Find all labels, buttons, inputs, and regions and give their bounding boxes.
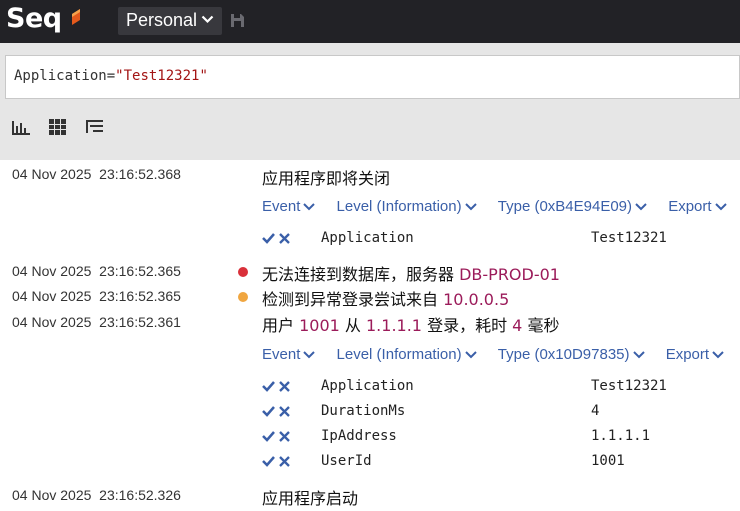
- property-row: IpAddress 1.1.1.1: [0, 428, 740, 450]
- property-row: Application Test12321: [0, 230, 740, 252]
- chevron-down-icon: [464, 351, 477, 359]
- event-actions: Event Level (Information) Type (0x10D978…: [262, 346, 740, 363]
- chevron-down-icon: [714, 203, 727, 211]
- logo-flag-icon: [72, 9, 80, 25]
- property-name: Application: [321, 378, 414, 394]
- property-row: DurationMs 4: [0, 403, 740, 425]
- property-value: 1001: [591, 453, 625, 469]
- event-message: 无法连接到数据库，服务器 DB-PROD-01: [262, 265, 560, 284]
- event-timestamp: 04 Nov 2025 23:16:52.361: [12, 314, 181, 330]
- event-row[interactable]: 04 Nov 2025 23:16:52.365 无法连接到数据库，服务器 DB…: [0, 260, 740, 285]
- tree-list-icon[interactable]: [85, 118, 105, 136]
- include-filter-icon[interactable]: [262, 455, 275, 467]
- property-name: Application: [321, 230, 414, 246]
- event-timestamp: 04 Nov 2025 23:16:52.368: [12, 166, 181, 182]
- event-menu[interactable]: Event: [262, 346, 316, 363]
- event-message: 应用程序启动: [262, 489, 359, 508]
- property-value: Test12321: [591, 378, 667, 394]
- property-name: UserId: [321, 453, 372, 469]
- property-value: Test12321: [591, 230, 667, 246]
- event-actions: Event Level (Information) Type (0xB4E94E…: [262, 198, 740, 215]
- include-filter-icon[interactable]: [262, 380, 275, 392]
- chevron-down-icon: [712, 351, 724, 359]
- property-value: 4: [591, 403, 600, 419]
- event-menu[interactable]: Event: [262, 198, 316, 215]
- event-message: 检测到异常登录尝试来自 10.0.0.5: [262, 290, 510, 309]
- type-menu[interactable]: Type (0xB4E94E09): [498, 198, 647, 215]
- search-input[interactable]: Application="Test12321": [5, 55, 740, 99]
- grid-icon[interactable]: [48, 118, 68, 136]
- exclude-filter-icon[interactable]: [279, 232, 290, 244]
- histogram-icon[interactable]: [11, 118, 31, 136]
- exclude-filter-icon[interactable]: [279, 405, 290, 417]
- exclude-filter-icon[interactable]: [279, 430, 290, 442]
- property-row: Application Test12321: [0, 378, 740, 400]
- export-menu[interactable]: Export: [668, 198, 727, 215]
- save-icon[interactable]: [230, 13, 245, 28]
- event-timestamp: 04 Nov 2025 23:16:52.326: [12, 487, 181, 503]
- chevron-down-icon: [632, 351, 645, 359]
- error-level-dot: [238, 267, 248, 277]
- top-bar: Seq Personal: [0, 0, 740, 43]
- event-row[interactable]: 04 Nov 2025 23:16:52.326 应用程序启动: [0, 484, 740, 511]
- workspace-selector[interactable]: Personal: [118, 7, 222, 35]
- warning-level-dot: [238, 292, 248, 302]
- chevron-down-icon: [201, 15, 214, 24]
- include-filter-icon[interactable]: [262, 405, 275, 417]
- include-filter-icon[interactable]: [262, 232, 275, 244]
- level-menu[interactable]: Level (Information): [337, 346, 477, 363]
- chevron-down-icon: [303, 203, 316, 211]
- app-logo[interactable]: Seq: [6, 3, 62, 34]
- chevron-down-icon: [635, 203, 647, 211]
- property-name: IpAddress: [321, 428, 397, 444]
- property-value: 1.1.1.1: [591, 428, 651, 444]
- event-row[interactable]: 04 Nov 2025 23:16:52.361 用户 1001 从 1.1.1…: [0, 310, 740, 480]
- level-menu[interactable]: Level (Information): [337, 198, 477, 215]
- exclude-filter-icon[interactable]: [279, 380, 290, 392]
- exclude-filter-icon[interactable]: [279, 455, 290, 467]
- export-menu[interactable]: Export: [666, 346, 724, 363]
- event-message: 用户 1001 从 1.1.1.1 登录，耗时 4 毫秒: [262, 316, 560, 335]
- property-row: UserId 1001: [0, 453, 740, 475]
- event-row[interactable]: 04 Nov 2025 23:16:52.368 应用程序即将关闭 Event …: [0, 162, 740, 256]
- workspace-label: Personal: [126, 10, 198, 30]
- include-filter-icon[interactable]: [262, 430, 275, 442]
- event-timestamp: 04 Nov 2025 23:16:52.365: [12, 288, 181, 304]
- chevron-down-icon: [303, 351, 316, 359]
- event-message: 应用程序即将关闭: [262, 169, 391, 188]
- search-query: Application="Test12321": [14, 68, 208, 84]
- type-menu[interactable]: Type (0x10D97835): [498, 346, 645, 363]
- event-row[interactable]: 04 Nov 2025 23:16:52.365 检测到异常登录尝试来自 10.…: [0, 285, 740, 310]
- property-name: DurationMs: [321, 403, 406, 419]
- chevron-down-icon: [464, 203, 477, 211]
- event-timestamp: 04 Nov 2025 23:16:52.365: [12, 263, 181, 279]
